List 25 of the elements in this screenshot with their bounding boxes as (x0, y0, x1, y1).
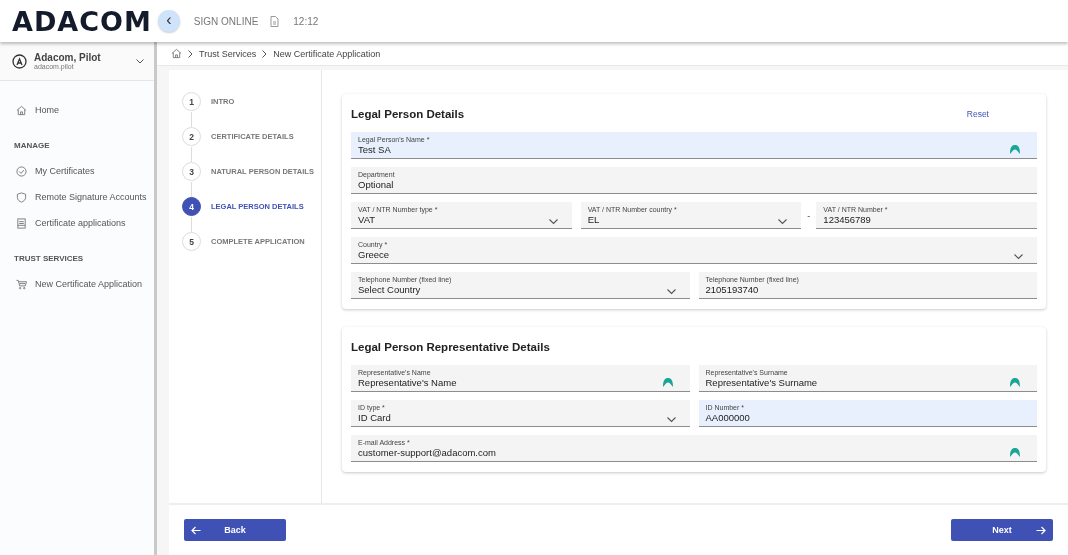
step-number[interactable]: 3 (182, 162, 201, 181)
sidebar-item[interactable]: Remote Signature Accounts (0, 184, 154, 210)
app-name: SIGN ONLINE (193, 15, 259, 27)
section-heading: MANAGE (13, 140, 51, 152)
section-title: Legal Person Details (351, 108, 465, 120)
user-name: Adacom, Pilot (34, 52, 102, 63)
back-button[interactable]: Back (184, 519, 286, 541)
breadcrumb-link[interactable]: Trust Services (199, 48, 257, 59)
step-number[interactable]: 1 (182, 92, 201, 111)
breadcrumb-link[interactable]: New Certificate Application (273, 48, 381, 59)
step-number[interactable]: 2 (182, 127, 201, 146)
next-button[interactable]: Next (951, 519, 1053, 541)
step-number[interactable]: 5 (182, 232, 201, 251)
separator-dash: - (807, 210, 811, 221)
clock-time: 12:12 (293, 15, 319, 27)
step-number[interactable]: 4 (182, 197, 201, 216)
sidebar-item[interactable]: My Certificates (0, 158, 154, 184)
sidebar-item[interactable]: New Certificate Application (0, 271, 154, 297)
sidebar-item[interactable]: Certificate applications (0, 210, 154, 236)
reset-link[interactable]: Reset (966, 109, 989, 119)
collapse-button[interactable]: ‹ (157, 10, 180, 32)
sidebar-item[interactable]: Home (0, 97, 154, 123)
logo: ADACOM (12, 5, 152, 37)
section-heading: TRUST SERVICES (13, 253, 85, 265)
section-title: Legal Person Representative Details (351, 341, 550, 353)
